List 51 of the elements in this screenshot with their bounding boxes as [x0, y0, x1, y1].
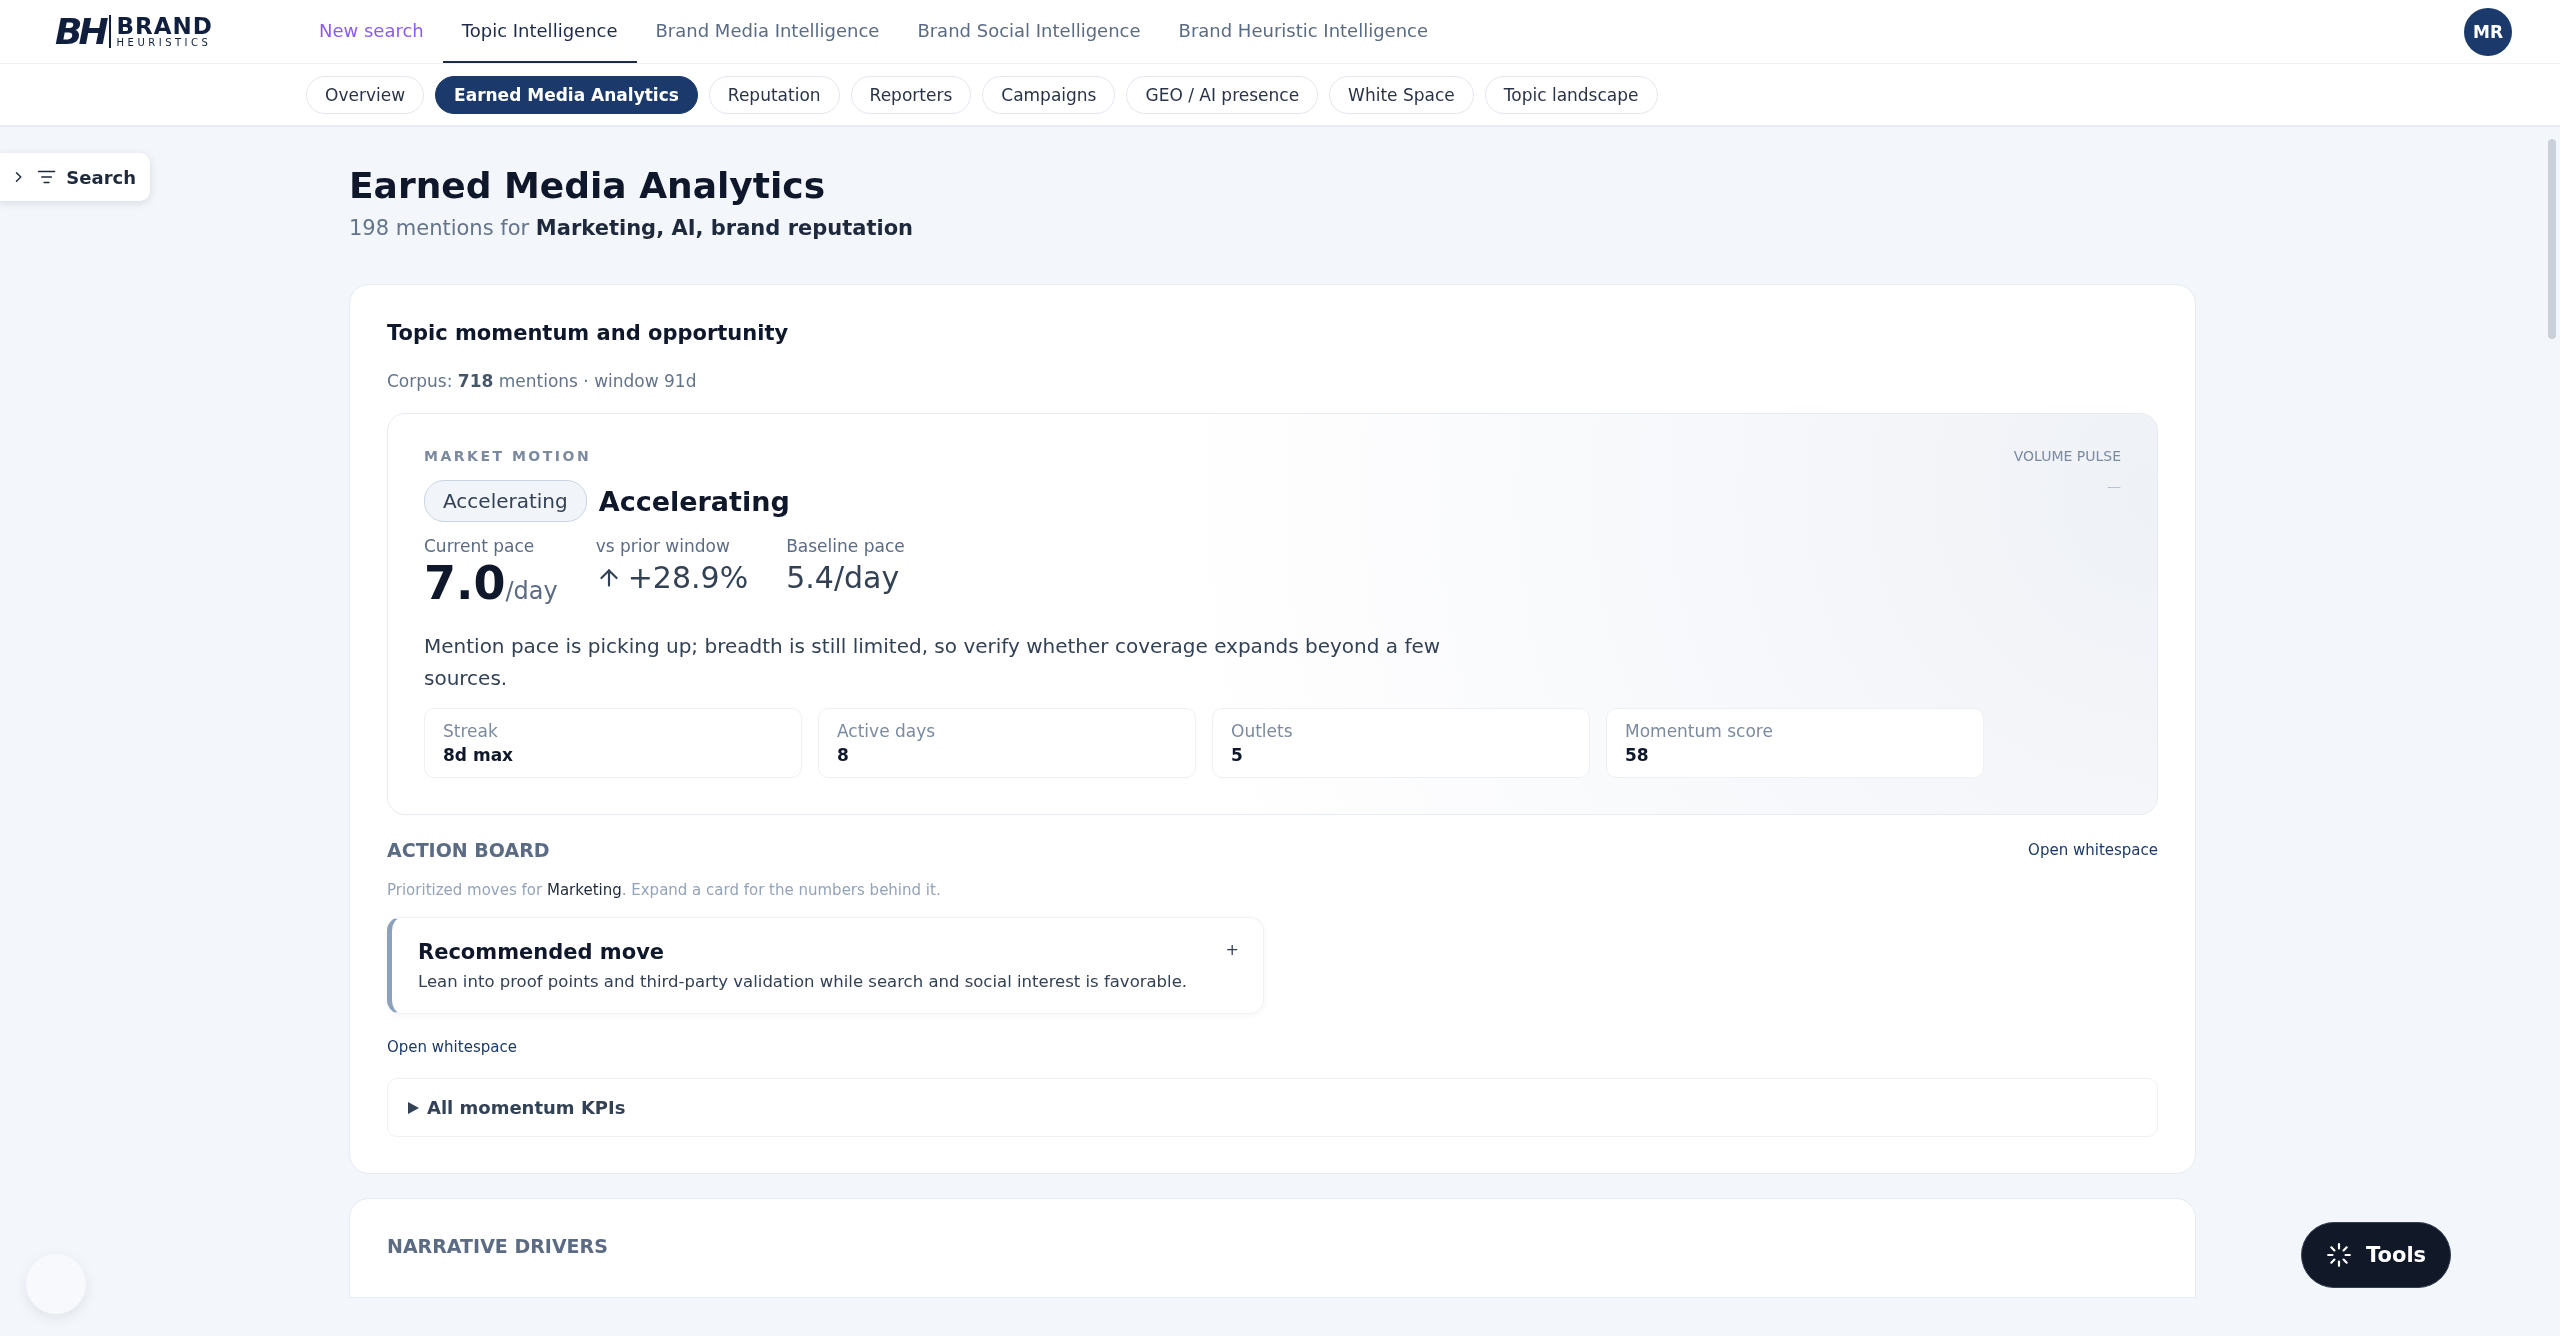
open-whitespace-link[interactable]: Open whitespace [2028, 841, 2158, 859]
momentum-summary: Mention pace is picking up; breadth is still limited, so verify whether coverage expands beyond a few sources. [424, 633, 1442, 692]
metric-value: 5.4/day [786, 560, 900, 595]
expand-button[interactable]: + [1225, 940, 1239, 959]
section-tab[interactable]: Topic landscape [1484, 75, 1658, 114]
volume-pulse-value: — [2107, 478, 2121, 494]
metric-label: Current pace [424, 536, 536, 556]
section-tab[interactable]: GEO / AI presence [1126, 75, 1319, 114]
new-search-link[interactable]: New search [300, 0, 443, 63]
metric-label: Baseline pace [786, 536, 905, 556]
recommendation-title: Recommended move [418, 940, 666, 964]
metric-value: 7.0 [424, 556, 506, 610]
card-title: Topic momentum and opportunity [387, 321, 790, 345]
section-tab[interactable]: Reporters [850, 75, 972, 114]
stat-label: Outlets [1231, 721, 1294, 741]
stat-value: 8 [837, 745, 850, 765]
metric-label: vs prior window [595, 536, 731, 556]
section-heading: ACTION BOARD [387, 839, 550, 861]
scrollbar-thumb[interactable] [2548, 139, 2556, 339]
open-whitespace-link[interactable]: Open whitespace [387, 1038, 517, 1056]
stat-value: 8d max [443, 745, 515, 765]
disclosure-triangle-icon [408, 1101, 419, 1114]
section-tab[interactable]: White Space [1329, 75, 1474, 114]
status-badge: Accelerating [424, 480, 587, 522]
stat-label: Momentum score [1625, 721, 1774, 741]
kpi-disclosure[interactable]: All momentum KPIs [387, 1078, 2158, 1137]
nav-link[interactable]: Brand Social Intelligence [898, 0, 1160, 63]
corpus-summary: Corpus: 718 mentions · window 91d [387, 371, 698, 391]
stat-label: Active days [837, 721, 937, 741]
stat-value: 58 [1625, 745, 1650, 765]
volume-pulse-label: VOLUME PULSE [2013, 448, 2121, 464]
stat-value: 5 [1231, 745, 1244, 765]
section-label: MARKET MOTION [424, 448, 593, 464]
section-tab[interactable]: Campaigns [982, 75, 1116, 114]
section-heading: NARRATIVE DRIVERS [387, 1235, 609, 1257]
nav-link[interactable]: Brand Heuristic Intelligence [1159, 0, 1448, 63]
section-tab[interactable]: Earned Media Analytics [435, 75, 698, 114]
status-heading: Accelerating [598, 485, 790, 517]
stat-label: Streak [443, 721, 499, 741]
recommendation-text: Lean into proof points and third-party validation while search and social interest is favorable. [418, 972, 1188, 991]
action-board-intro: Prioritized moves for Marketing. Expand a card for the numbers behind it. [387, 881, 942, 899]
user-avatar[interactable]: MR [2464, 7, 2512, 56]
tools-button[interactable]: Tools [2301, 1222, 2452, 1288]
nav-link[interactable]: Brand Media Intelligence [636, 0, 899, 63]
metric-value: +28.9% [627, 560, 749, 595]
page-title: Earned Media Analytics [349, 165, 827, 206]
section-tab[interactable]: Overview [306, 75, 425, 114]
section-tab[interactable]: Reputation [708, 75, 840, 114]
page-subtitle: 198 mentions for Marketing, AI, brand reputation [349, 216, 915, 240]
metric-unit: /day [505, 577, 558, 605]
search-panel-toggle[interactable]: Search [0, 153, 150, 201]
